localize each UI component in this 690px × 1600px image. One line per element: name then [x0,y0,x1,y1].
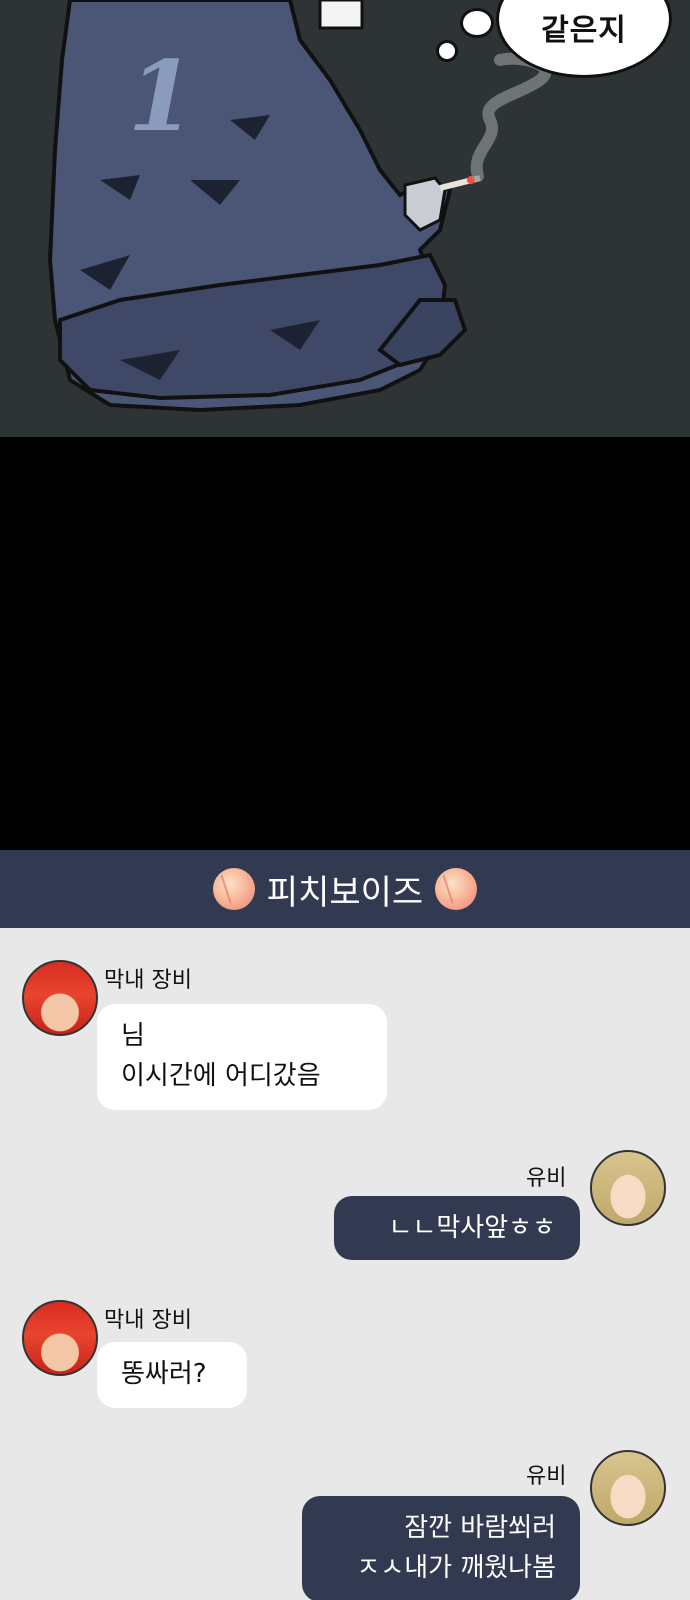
sender-name: 막내 장비 [104,1308,192,1333]
sender-name: 유비 [526,1166,567,1191]
message-line: 이시간에 어디갔음 [121,1061,321,1091]
chat-body: 막내 장비 님 이시간에 어디갔음 유비 ㄴㄴ막사앞ㅎㅎ 막내 장비 똥싸러? … [0,928,690,1600]
message-line: ㅈㅅ내가 깨웠나봄 [356,1553,556,1583]
avatar-yubi [590,1150,666,1226]
message-line: ㄴㄴ막사앞ㅎㅎ [388,1213,556,1243]
message-bubble: 님 이시간에 어디갔음 [97,1004,387,1110]
sender-name: 유비 [526,1464,567,1489]
sender-name: 막내 장비 [104,968,192,993]
comic-panel: 1 같은지 [0,0,690,437]
message-line: 님 [121,1021,145,1051]
peach-icon [435,868,478,910]
thought-dot-small [436,40,458,62]
message-bubble: 잠깐 바람쐬러 ㅈㅅ내가 깨웠나봄 [302,1496,580,1600]
message-line: 잠깐 바람쐬러 [404,1513,556,1543]
message-bubble: 똥싸러? [97,1342,247,1408]
panel-gutter [0,437,690,850]
avatar-yubi [590,1450,666,1526]
peach-icon [212,868,255,910]
chat-message-incoming: 막내 장비 님 이시간에 어디갔음 [0,928,690,1110]
jersey-number: 1 [128,40,195,153]
speech-text: 같은지 [541,13,627,48]
message-bubble: ㄴㄴ막사앞ㅎㅎ [334,1196,580,1260]
message-line: 똥싸러? [121,1359,207,1389]
chat-header: 피치보이즈 [0,850,690,928]
chat-title: 피치보이즈 [266,872,424,913]
avatar-jangbi [22,1300,98,1376]
avatar-jangbi [22,960,98,1036]
thought-dot-medium [460,8,494,38]
